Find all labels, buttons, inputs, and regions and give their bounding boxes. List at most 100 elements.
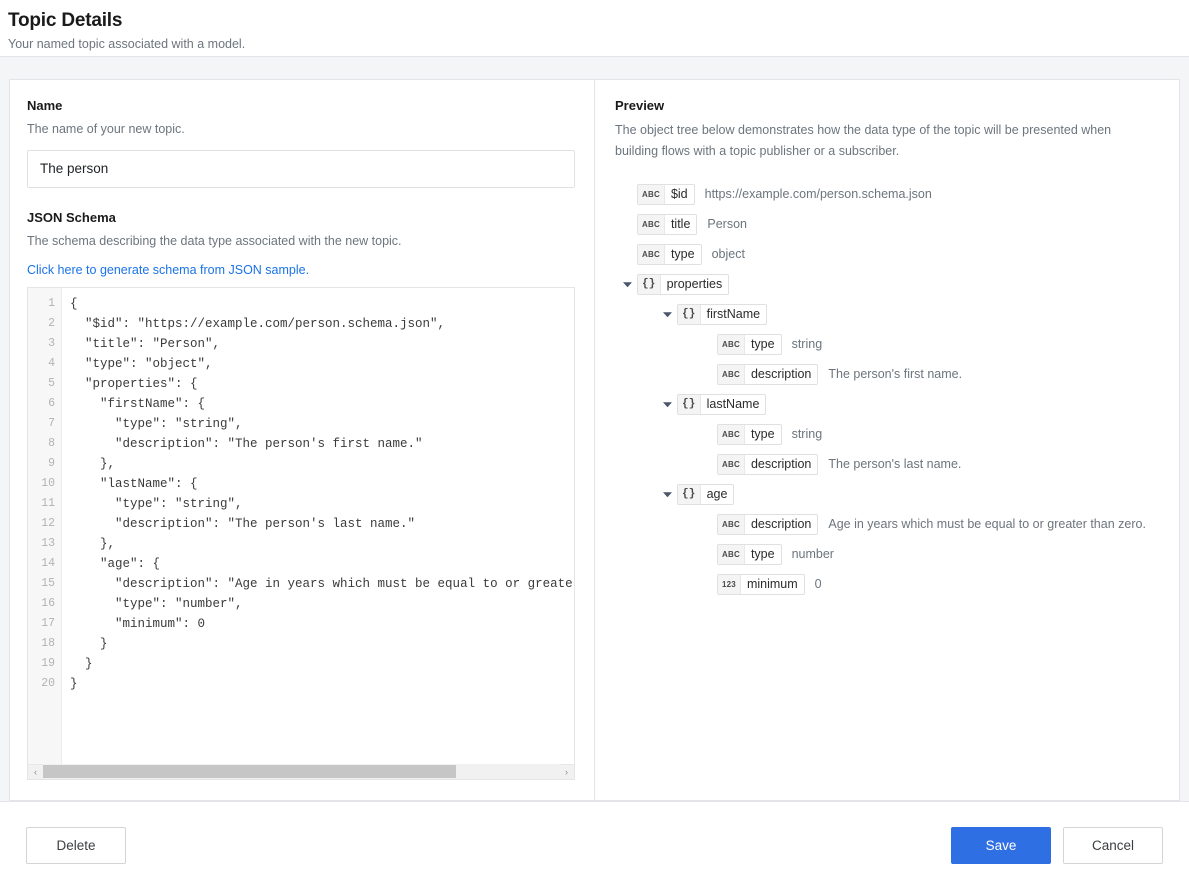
name-help-text: The name of your new topic. — [27, 122, 185, 136]
tree-row[interactable]: 123 minimum 0 — [619, 569, 1162, 599]
cancel-button[interactable]: Cancel — [1063, 827, 1163, 864]
tree-row[interactable]: ABC description Age in years which must be… — [619, 509, 1162, 539]
editor-line-number: 18 — [41, 636, 55, 650]
object-type-icon: {} — [678, 394, 701, 414]
tree-key-label: $id — [670, 187, 688, 202]
editor-code-line: } — [70, 676, 78, 691]
editor-code-line: "lastName": { — [70, 476, 198, 491]
page-title: Topic Details — [8, 10, 123, 31]
tree-key-label: title — [670, 217, 691, 232]
delete-button[interactable]: Delete — [26, 827, 126, 864]
tree-key-label: type — [750, 547, 775, 562]
tree-key-chip: ABC $id — [637, 183, 695, 205]
tree-key-chip: 123 minimum — [717, 573, 805, 595]
editor-code-line: "age": { — [70, 556, 161, 571]
string-type-icon: ABC — [718, 334, 745, 354]
schema-label: JSON Schema — [27, 209, 116, 225]
topic-name-input[interactable] — [27, 149, 575, 188]
scrollbar-thumb[interactable] — [43, 765, 456, 778]
editor-line-number: 3 — [48, 336, 55, 350]
tree-toggle-spacer — [619, 216, 635, 232]
tree-key-chip: ABC description — [717, 363, 819, 385]
tree-key-label: firstName — [706, 307, 761, 322]
tree-key-label: lastName — [706, 397, 760, 412]
editor-line-number: 20 — [41, 676, 55, 690]
editor-line-number: 8 — [48, 436, 55, 450]
tree-row[interactable]: ABC description The person's last name. — [619, 449, 1162, 479]
string-type-icon: ABC — [718, 514, 745, 534]
tree-key-label: description — [750, 367, 812, 382]
tree-key-chip: ABC type — [717, 423, 782, 445]
page-header: Topic Details Your named topic associate… — [0, 0, 1189, 57]
tree-row[interactable]: {} age — [619, 479, 1162, 509]
tree-row[interactable]: ABC description The person's first name. — [619, 359, 1162, 389]
tree-key-label: type — [750, 337, 775, 352]
page-subtitle: Your named topic associated with a model… — [8, 37, 246, 51]
string-type-icon: ABC — [718, 544, 745, 564]
editor-line-number: 4 — [48, 356, 55, 370]
name-label: Name — [27, 98, 63, 113]
editor-line-number: 17 — [41, 616, 55, 630]
tree-row[interactable]: ABC type number — [619, 539, 1162, 569]
editor-line-number: 5 — [48, 376, 55, 390]
details-card: Name The name of your new topic. JSON Sc… — [9, 79, 1180, 801]
tree-toggle-spacer — [699, 456, 715, 472]
object-type-icon: {} — [678, 484, 701, 504]
editor-horizontal-scrollbar[interactable]: ‹ › — [28, 763, 574, 779]
string-type-icon: ABC — [638, 214, 665, 234]
editor-code-line: { — [70, 296, 78, 311]
tree-toggle-spacer — [699, 426, 715, 442]
tree-key-chip: ABC description — [717, 513, 819, 535]
tree-toggle-icon[interactable] — [619, 276, 635, 292]
schema-tree: ABC $id https://example.com/person.schema.… — [615, 179, 1162, 599]
body-area: Name The name of your new topic. JSON Sc… — [0, 57, 1189, 801]
scroll-right-icon[interactable]: › — [559, 764, 574, 779]
string-type-icon: ABC — [718, 424, 745, 444]
tree-row[interactable]: {} firstName — [619, 299, 1162, 329]
object-type-icon: {} — [678, 304, 701, 324]
tree-toggle-icon[interactable] — [659, 396, 675, 412]
editor-code-line: "$id": "https://example.com/person.schem… — [70, 316, 446, 331]
scroll-left-icon[interactable]: ‹ — [28, 764, 43, 779]
editor-code-area[interactable]: { "$id": "https://example.com/person.sch… — [62, 288, 574, 764]
save-button[interactable]: Save — [951, 827, 1051, 864]
editor-line-number: 11 — [41, 496, 55, 510]
tree-value-label: 0 — [814, 577, 822, 592]
tree-row[interactable]: {} properties — [619, 269, 1162, 299]
editor-line-number: 14 — [41, 556, 55, 570]
tree-row[interactable]: ABC type object — [619, 239, 1162, 269]
tree-key-chip: {} lastName — [677, 393, 767, 415]
tree-value-label: object — [711, 247, 745, 262]
editor-line-number: 12 — [41, 516, 55, 530]
tree-value-label: The person's last name. — [828, 457, 962, 472]
tree-row[interactable]: ABC title Person — [619, 209, 1162, 239]
chevron-down-icon — [662, 402, 672, 407]
chevron-down-icon — [662, 312, 672, 317]
tree-key-chip: {} age — [677, 483, 735, 505]
json-schema-editor[interactable]: 1 2 3 4 5 6 7 8 9 10 11 12 13 14 15 16 17 18 19 20 { "$id":… — [27, 286, 575, 780]
tree-toggle-icon[interactable] — [659, 486, 675, 502]
tree-toggle-icon[interactable] — [659, 306, 675, 322]
tree-key-chip: {} properties — [637, 273, 730, 295]
editor-code-line: "description": "The person's last name." — [70, 516, 416, 531]
tree-toggle-spacer — [699, 576, 715, 592]
preview-title: Preview — [615, 98, 665, 113]
tree-value-label: https://example.com/person.schema.json — [704, 187, 932, 202]
string-type-icon: ABC — [718, 364, 745, 384]
tree-row[interactable]: ABC type string — [619, 329, 1162, 359]
editor-code-line: "description": "Age in years which must … — [115, 576, 574, 591]
generate-schema-link[interactable]: Click here to generate schema from JSON … — [27, 263, 309, 277]
string-type-icon: ABC — [638, 184, 665, 204]
tree-row[interactable]: ABC $id https://example.com/person.schema.… — [619, 179, 1162, 209]
tree-row[interactable]: {} lastName — [619, 389, 1162, 419]
tree-toggle-spacer — [699, 516, 715, 532]
tree-key-chip: ABC type — [637, 243, 702, 265]
editor-code-line: "type": "string", — [70, 496, 243, 511]
editor-code-line: "firstName": { — [70, 396, 206, 411]
scrollbar-track[interactable] — [43, 764, 559, 779]
tree-value-label: Age in years which must be equal to or g… — [828, 517, 1146, 532]
tree-row[interactable]: ABC type string — [619, 419, 1162, 449]
editor-body: 1 2 3 4 5 6 7 8 9 10 11 12 13 14 15 16 17 18 19 20 { "$id":… — [28, 287, 574, 764]
tree-key-chip: ABC type — [717, 543, 782, 565]
tree-key-chip: {} firstName — [677, 303, 768, 325]
